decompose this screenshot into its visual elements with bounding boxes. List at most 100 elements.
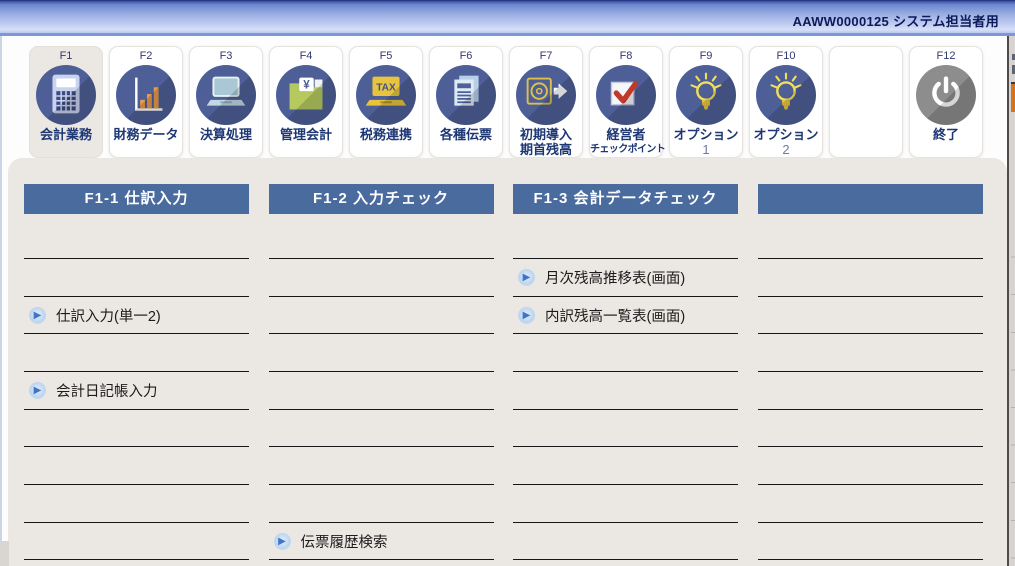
window-left-edge [0,36,2,566]
menu-row-empty [757,222,983,260]
menu-rows: ▶ 仕訳入力(単一2) ▶ 会計日記帳入力 [24,222,249,561]
menu-item-label: 伝票履歴検索 [300,534,388,551]
menu-item-label: 仕訳入力(単一2) [56,308,161,325]
tab-f7-initial-opening-balance[interactable]: F7 初期導入 期首残高 [509,46,583,158]
menu-row-empty [268,259,494,297]
documents-icon [436,65,496,125]
tab-f2-financial-data[interactable]: F2 財務データ [109,46,183,158]
menu-row-empty [513,372,738,410]
tab-label: 管理会計 [279,127,332,142]
menu-row-empty [24,222,249,260]
fkey-label: F3 [219,50,233,62]
column-header [757,184,983,214]
tab-label-line2: 1 [702,142,710,157]
triangle-bullet-icon: ▶ [29,381,46,399]
fkey-label: F12 [936,50,956,62]
session-user-label: AAWW0000125 システム担当者用 [792,14,999,29]
menu-row-empty [513,222,738,260]
menu-item-accounting-diary-entry[interactable]: ▶ 会計日記帳入力 [24,372,249,410]
fkey-label: F1 [59,50,73,62]
menu-item-monthly-balance-trend[interactable]: ▶ 月次残高推移表(画面) [513,259,738,297]
menu-column-3: F1-3 会計データチェック ▶ 月次残高推移表(画面) ▶ 内訳残高一覧表(画… [513,184,738,561]
menu-item-voucher-history-search[interactable]: ▶ 伝票履歴検索 [268,523,494,561]
menu-row-empty [268,334,494,373]
tab-f1-accounting[interactable]: F1 会計業務 [29,46,103,158]
fkey-label: F10 [776,50,796,62]
menu-row-empty [513,523,738,561]
tab-label: オプション [673,127,739,142]
triangle-bullet-icon: ▶ [29,306,46,324]
menu-row-empty [24,523,249,561]
menu-row-empty [513,485,738,523]
power-icon [916,65,976,125]
menu-columns: F1-1 仕訳入力 ▶ 仕訳入力(単一2) ▶ 会計日記帳入力 F1-2 入力チ… [24,184,983,561]
tab-label: 決算処理 [199,127,252,142]
tab-f3-settlement[interactable]: F3 決算処理 [189,46,263,158]
menu-column-4 [757,184,983,561]
tab-f8-manager-checkpoint[interactable]: F8 経営者 チェックポイント [589,46,666,158]
triangle-bullet-icon: ▶ [273,532,291,550]
tab-f12-exit[interactable]: F12 終了 [909,46,983,158]
menu-item-journal-entry-single2[interactable]: ▶ 仕訳入力(単一2) [24,297,249,335]
menu-row-empty [757,334,983,373]
tab-label-line2: 期首残高 [519,142,572,157]
menu-row-empty [268,447,494,486]
disk-export-icon [516,65,576,125]
tab-f9-option-1[interactable]: F9 オプション 1 [669,46,743,158]
menu-row-empty [757,297,983,335]
fkey-label: F2 [139,50,153,62]
menu-item-label: 月次残高推移表(画面) [545,270,686,287]
triangle-bullet-icon: ▶ [518,306,535,324]
tab-f11-blank[interactable] [829,46,903,158]
menu-rows: ▶ 月次残高推移表(画面) ▶ 内訳残高一覧表(画面) [513,222,738,561]
fkey-label: F8 [619,50,633,62]
fkey-label: F7 [539,50,553,62]
menu-row-empty [24,485,249,523]
light-bulb-icon [676,65,736,125]
tab-f5-tax-link[interactable]: F5 TAX 税務連携 [349,46,423,158]
function-tab-bar: F1 会計業務 F2 財務データ F3 決算処理 F4 ¥ 管理会計 F5 TA… [29,46,983,158]
menu-row-empty [268,222,494,260]
checkbox-check-icon [596,65,656,125]
adjacent-window-sliver [1007,36,1015,566]
menu-column-2: F1-2 入力チェック ▶ 伝票履歴検索 [268,184,494,561]
menu-rows [757,222,983,561]
sliver-row-lines [1011,220,1015,566]
menu-row-empty [757,410,983,448]
tab-f10-option-2[interactable]: F10 オプション 2 [749,46,823,158]
tab-label-line2: チェックポイント [590,144,666,155]
folder-yen-icon: ¥ [276,65,336,125]
tab-label: 会計業務 [39,127,92,142]
tab-label: オプション [753,127,819,142]
fkey-label: F4 [299,50,313,62]
tab-label: 初期導入 [519,127,572,142]
tax-laptop-icon: TAX [356,65,416,125]
menu-row-empty [268,297,494,335]
calculator-icon [36,65,96,125]
column-header: F1-1 仕訳入力 [24,184,249,214]
tab-label: 財務データ [113,127,179,142]
light-bulb-icon [756,65,816,125]
menu-row-empty [24,259,249,297]
menu-row-empty [513,447,738,486]
menu-row-empty [268,410,494,448]
menu-column-1: F1-1 仕訳入力 ▶ 仕訳入力(単一2) ▶ 会計日記帳入力 [24,184,249,561]
fkey-label: F6 [459,50,473,62]
tab-f4-management-accounting[interactable]: F4 ¥ 管理会計 [269,46,343,158]
menu-row-empty [24,334,249,373]
tab-label: 経営者 [606,127,646,142]
fkey-label: F9 [699,50,713,62]
menu-row-empty [757,259,983,297]
menu-row-empty [757,523,983,561]
menu-item-breakdown-balance-list[interactable]: ▶ 内訳残高一覧表(画面) [513,297,738,335]
svg-text:TAX: TAX [376,83,396,94]
tab-label: 税務連携 [359,127,412,142]
menu-row-empty [513,410,738,448]
fkey-label: F5 [379,50,393,62]
menu-panel: F1-1 仕訳入力 ▶ 仕訳入力(単一2) ▶ 会計日記帳入力 F1-2 入力チ… [8,158,1007,566]
tab-f6-vouchers[interactable]: F6 各種伝票 [429,46,503,158]
menu-row-empty [757,447,983,486]
column-header: F1-2 入力チェック [268,184,494,214]
bottom-left-edge-shade [0,541,9,566]
svg-text:¥: ¥ [303,79,310,92]
